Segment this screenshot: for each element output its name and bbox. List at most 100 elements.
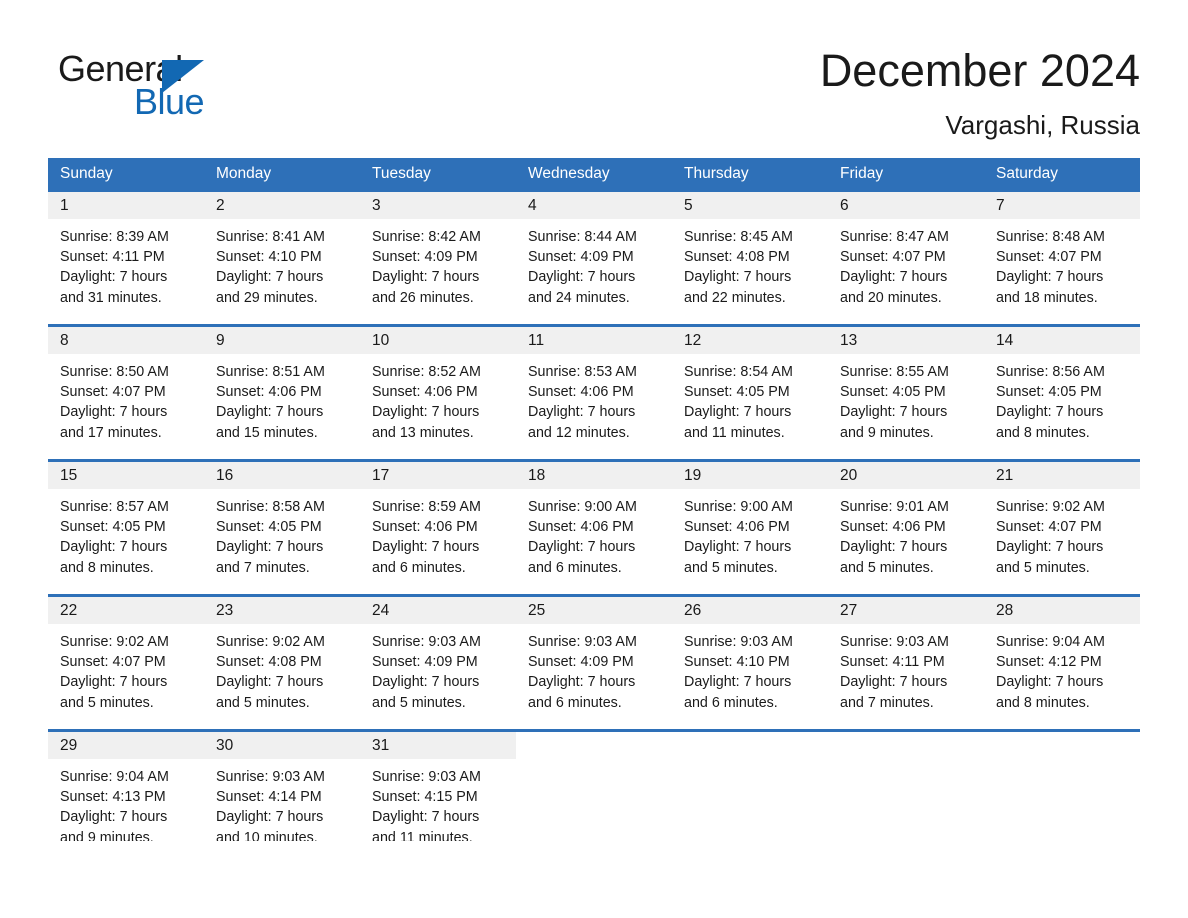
daylight-text-line1: Daylight: 7 hours	[60, 674, 168, 691]
day-cell[interactable]: 5 Sunrise: 8:45 AM Sunset: 4:08 PM Daylight…	[672, 192, 828, 324]
day-number: 10	[372, 332, 390, 349]
day-cell[interactable]: 28 Sunrise: 9:04 AM Sunset: 4:12 PM Dayligh…	[984, 597, 1140, 729]
day-number: 11	[528, 332, 545, 349]
day-cell[interactable]: 9 Sunrise: 8:51 AM Sunset: 4:06 PM Daylight…	[204, 327, 360, 459]
sunrise-text: Sunrise: 8:53 AM	[528, 364, 637, 380]
day-cell[interactable]: 11 Sunrise: 8:53 AM Sunset: 4:06 PM Dayligh…	[516, 327, 672, 459]
week-row: 15 Sunrise: 8:57 AM Sunset: 4:05 PM Dayligh…	[48, 459, 1140, 594]
sunset-text: Sunset: 4:06 PM	[372, 384, 478, 401]
day-cell[interactable]: 29 Sunrise: 9:04 AM Sunset: 4:13 PM Dayligh…	[48, 732, 204, 841]
sunrise-text: Sunrise: 9:03 AM	[684, 634, 793, 650]
sunset-text: Sunset: 4:15 PM	[372, 789, 478, 806]
daylight-text-line2: and 9 minutes.	[60, 829, 154, 841]
daylight-text-line2: and 29 minutes.	[216, 289, 318, 306]
day-cell[interactable]: 8 Sunrise: 8:50 AM Sunset: 4:07 PM Daylight…	[48, 327, 204, 459]
generalblue-logo[interactable]: General Blue	[58, 48, 318, 134]
sunset-text: Sunset: 4:13 PM	[60, 789, 166, 806]
week-row: 29 Sunrise: 9:04 AM Sunset: 4:13 PM Dayligh…	[48, 729, 1140, 841]
day-cell[interactable]: 6 Sunrise: 8:47 AM Sunset: 4:07 PM Daylight…	[828, 192, 984, 324]
daylight-text-line1: Daylight: 7 hours	[996, 404, 1104, 421]
weekday-header-friday: Friday	[840, 165, 884, 182]
day-cell[interactable]: 19 Sunrise: 9:00 AM Sunset: 4:06 PM Dayligh…	[672, 462, 828, 594]
day-number: 5	[684, 197, 693, 214]
sunrise-text: Sunrise: 8:44 AM	[528, 229, 637, 245]
day-cell[interactable]: 3 Sunrise: 8:42 AM Sunset: 4:09 PM Daylight…	[360, 192, 516, 324]
daylight-text-line2: and 5 minutes.	[60, 694, 154, 711]
day-cell[interactable]: 21 Sunrise: 9:02 AM Sunset: 4:07 PM Dayligh…	[984, 462, 1140, 594]
week-row: 8 Sunrise: 8:50 AM Sunset: 4:07 PM Daylight…	[48, 324, 1140, 459]
daylight-text-line2: and 17 minutes.	[60, 424, 162, 441]
day-cell[interactable]: 23 Sunrise: 9:02 AM Sunset: 4:08 PM Dayligh…	[204, 597, 360, 729]
daylight-text-line1: Daylight: 7 hours	[60, 269, 168, 286]
daylight-text-line1: Daylight: 7 hours	[372, 539, 480, 556]
daylight-text-line1: Daylight: 7 hours	[60, 809, 168, 826]
daylight-text-line1: Daylight: 7 hours	[996, 674, 1104, 691]
daylight-text-line1: Daylight: 7 hours	[840, 404, 948, 421]
daylight-text-line1: Daylight: 7 hours	[216, 539, 324, 556]
sunrise-text: Sunrise: 8:50 AM	[60, 364, 169, 380]
daylight-text-line2: and 10 minutes.	[216, 829, 318, 841]
daylight-text-line1: Daylight: 7 hours	[528, 539, 636, 556]
sunrise-text: Sunrise: 9:03 AM	[528, 634, 637, 650]
day-number: 4	[528, 197, 537, 214]
daylight-text-line1: Daylight: 7 hours	[528, 269, 636, 286]
sunrise-text: Sunrise: 9:00 AM	[684, 499, 793, 515]
day-cell[interactable]: 25 Sunrise: 9:03 AM Sunset: 4:09 PM Dayligh…	[516, 597, 672, 729]
daylight-text-line1: Daylight: 7 hours	[840, 674, 948, 691]
day-cell[interactable]: 30 Sunrise: 9:03 AM Sunset: 4:14 PM Dayligh…	[204, 732, 360, 841]
sunrise-text: Sunrise: 8:51 AM	[216, 364, 325, 380]
daylight-text-line2: and 7 minutes.	[216, 559, 310, 576]
day-cell[interactable]: 27 Sunrise: 9:03 AM Sunset: 4:11 PM Dayligh…	[828, 597, 984, 729]
day-cell[interactable]: 7 Sunrise: 8:48 AM Sunset: 4:07 PM Daylight…	[984, 192, 1140, 324]
day-cell-empty	[672, 732, 828, 841]
daylight-text-line2: and 8 minutes.	[60, 559, 154, 576]
daylight-text-line2: and 6 minutes.	[372, 559, 466, 576]
sunset-text: Sunset: 4:05 PM	[840, 384, 946, 401]
sunset-text: Sunset: 4:06 PM	[528, 519, 634, 536]
sunrise-text: Sunrise: 9:03 AM	[840, 634, 949, 650]
daylight-text-line1: Daylight: 7 hours	[684, 404, 792, 421]
day-cell[interactable]: 15 Sunrise: 8:57 AM Sunset: 4:05 PM Dayligh…	[48, 462, 204, 594]
daylight-text-line1: Daylight: 7 hours	[60, 404, 168, 421]
day-cell-empty	[516, 732, 672, 841]
daylight-text-line2: and 20 minutes.	[840, 289, 942, 306]
day-number: 24	[372, 602, 390, 619]
day-cell[interactable]: 4 Sunrise: 8:44 AM Sunset: 4:09 PM Daylight…	[516, 192, 672, 324]
day-cell[interactable]: 24 Sunrise: 9:03 AM Sunset: 4:09 PM Dayligh…	[360, 597, 516, 729]
sunrise-text: Sunrise: 8:54 AM	[684, 364, 793, 380]
daylight-text-line2: and 8 minutes.	[996, 694, 1090, 711]
daylight-text-line1: Daylight: 7 hours	[528, 674, 636, 691]
day-number: 16	[216, 467, 234, 484]
day-cell[interactable]: 31 Sunrise: 9:03 AM Sunset: 4:15 PM Dayligh…	[360, 732, 516, 841]
day-cell[interactable]: 17 Sunrise: 8:59 AM Sunset: 4:06 PM Dayligh…	[360, 462, 516, 594]
weekday-header-row: Sunday Monday Tuesday Wednesday Thursday…	[48, 158, 1140, 189]
sunset-text: Sunset: 4:10 PM	[684, 654, 790, 671]
day-number: 12	[684, 332, 702, 349]
sunset-text: Sunset: 4:06 PM	[216, 384, 322, 401]
day-number: 26	[684, 602, 702, 619]
day-cell[interactable]: 12 Sunrise: 8:54 AM Sunset: 4:05 PM Dayligh…	[672, 327, 828, 459]
daylight-text-line2: and 6 minutes.	[528, 694, 622, 711]
day-cell[interactable]: 14 Sunrise: 8:56 AM Sunset: 4:05 PM Dayligh…	[984, 327, 1140, 459]
day-number: 20	[840, 467, 858, 484]
day-cell[interactable]: 18 Sunrise: 9:00 AM Sunset: 4:06 PM Dayligh…	[516, 462, 672, 594]
day-cell[interactable]: 2 Sunrise: 8:41 AM Sunset: 4:10 PM Daylight…	[204, 192, 360, 324]
day-cell[interactable]: 26 Sunrise: 9:03 AM Sunset: 4:10 PM Dayligh…	[672, 597, 828, 729]
day-cell[interactable]: 16 Sunrise: 8:58 AM Sunset: 4:05 PM Dayligh…	[204, 462, 360, 594]
weekday-header-thursday: Thursday	[684, 165, 749, 182]
day-cell[interactable]: 1 Sunrise: 8:39 AM Sunset: 4:11 PM Daylight…	[48, 192, 204, 324]
daylight-text-line2: and 11 minutes.	[684, 424, 785, 441]
sunrise-text: Sunrise: 8:58 AM	[216, 499, 325, 515]
day-cell[interactable]: 20 Sunrise: 9:01 AM Sunset: 4:06 PM Dayligh…	[828, 462, 984, 594]
day-cell[interactable]: 10 Sunrise: 8:52 AM Sunset: 4:06 PM Dayligh…	[360, 327, 516, 459]
sunrise-text: Sunrise: 8:52 AM	[372, 364, 481, 380]
day-number: 29	[60, 737, 78, 754]
page-header: General Blue December 2024 Vargashi, Rus…	[48, 44, 1140, 140]
daylight-text-line2: and 5 minutes.	[372, 694, 466, 711]
daylight-text-line1: Daylight: 7 hours	[372, 809, 480, 826]
week-row: 1 Sunrise: 8:39 AM Sunset: 4:11 PM Daylight…	[48, 189, 1140, 324]
day-cell[interactable]: 22 Sunrise: 9:02 AM Sunset: 4:07 PM Dayligh…	[48, 597, 204, 729]
day-cell[interactable]: 13 Sunrise: 8:55 AM Sunset: 4:05 PM Dayligh…	[828, 327, 984, 459]
day-number: 27	[840, 602, 858, 619]
day-number: 25	[528, 602, 546, 619]
